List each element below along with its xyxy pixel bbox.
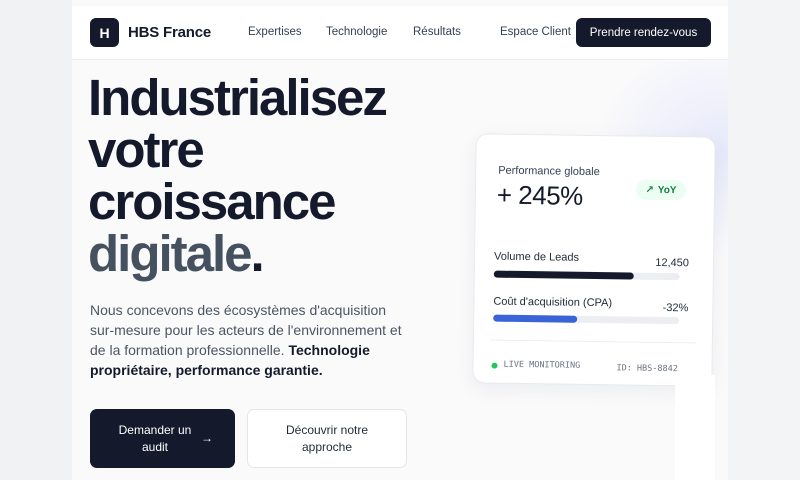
client-area-link[interactable]: Espace Client (500, 26, 571, 38)
performance-value: + 245% (496, 179, 584, 211)
metric-label-cpa: Coût d'acquisition (CPA) (493, 295, 613, 310)
nav-link-resultats[interactable]: Résultats (413, 26, 461, 38)
logo-icon[interactable]: H (90, 18, 119, 47)
page-background-right (728, 0, 800, 480)
progress-fill-cpa (493, 314, 577, 323)
card-id: ID: HBS-8842 (616, 363, 678, 375)
progress-fill-leads (493, 270, 634, 280)
nav-link-expertises[interactable]: Expertises (248, 26, 302, 38)
hero-title-dot: . (250, 225, 265, 282)
brand-name[interactable]: HBS France (128, 24, 211, 41)
trend-up-icon: ↗ (645, 184, 654, 196)
metric-value-leads: 12,450 (655, 256, 690, 270)
yoy-badge: ↗ YoY (635, 179, 687, 201)
card-divider (489, 339, 696, 344)
nav-link-technologie[interactable]: Technologie (326, 26, 387, 38)
request-audit-button[interactable]: Demander un audit → (90, 409, 235, 468)
page-background-left (0, 0, 72, 480)
yoy-label: YoY (657, 184, 677, 196)
progress-track-cpa (493, 314, 680, 325)
site-header: H HBS France Expertises Technologie Résu… (72, 6, 728, 60)
progress-track-leads (493, 270, 680, 281)
hero-title-line-3: croissance (88, 173, 337, 230)
arrow-right-icon: → (201, 431, 213, 445)
hero-title-word: digitale (88, 225, 253, 282)
overlapping-panel (675, 375, 715, 480)
hero-title-line-4: digitale. (88, 225, 265, 282)
landing-page: H HBS France Expertises Technologie Résu… (72, 0, 728, 480)
discover-approach-button[interactable]: Découvrir notre approche (247, 409, 407, 468)
request-audit-label: Demander un audit (118, 422, 192, 454)
book-appointment-button[interactable]: Prendre rendez-vous (576, 18, 711, 47)
hero-description: Nous concevons des écosystèmes d'acquisi… (90, 300, 410, 380)
performance-card: Performance globale + 245% ↗ YoY Volume … (472, 133, 716, 387)
hero-title-line-1: Industrialisez (88, 69, 388, 126)
metric-label-leads: Volume de Leads (493, 250, 580, 264)
hero-title-line-2: votre (88, 121, 205, 178)
live-status-dot (491, 362, 498, 369)
performance-label: Performance globale (498, 164, 600, 179)
live-monitoring-label: LIVE MONITORING (503, 359, 581, 371)
metric-value-cpa: -32% (662, 301, 689, 315)
